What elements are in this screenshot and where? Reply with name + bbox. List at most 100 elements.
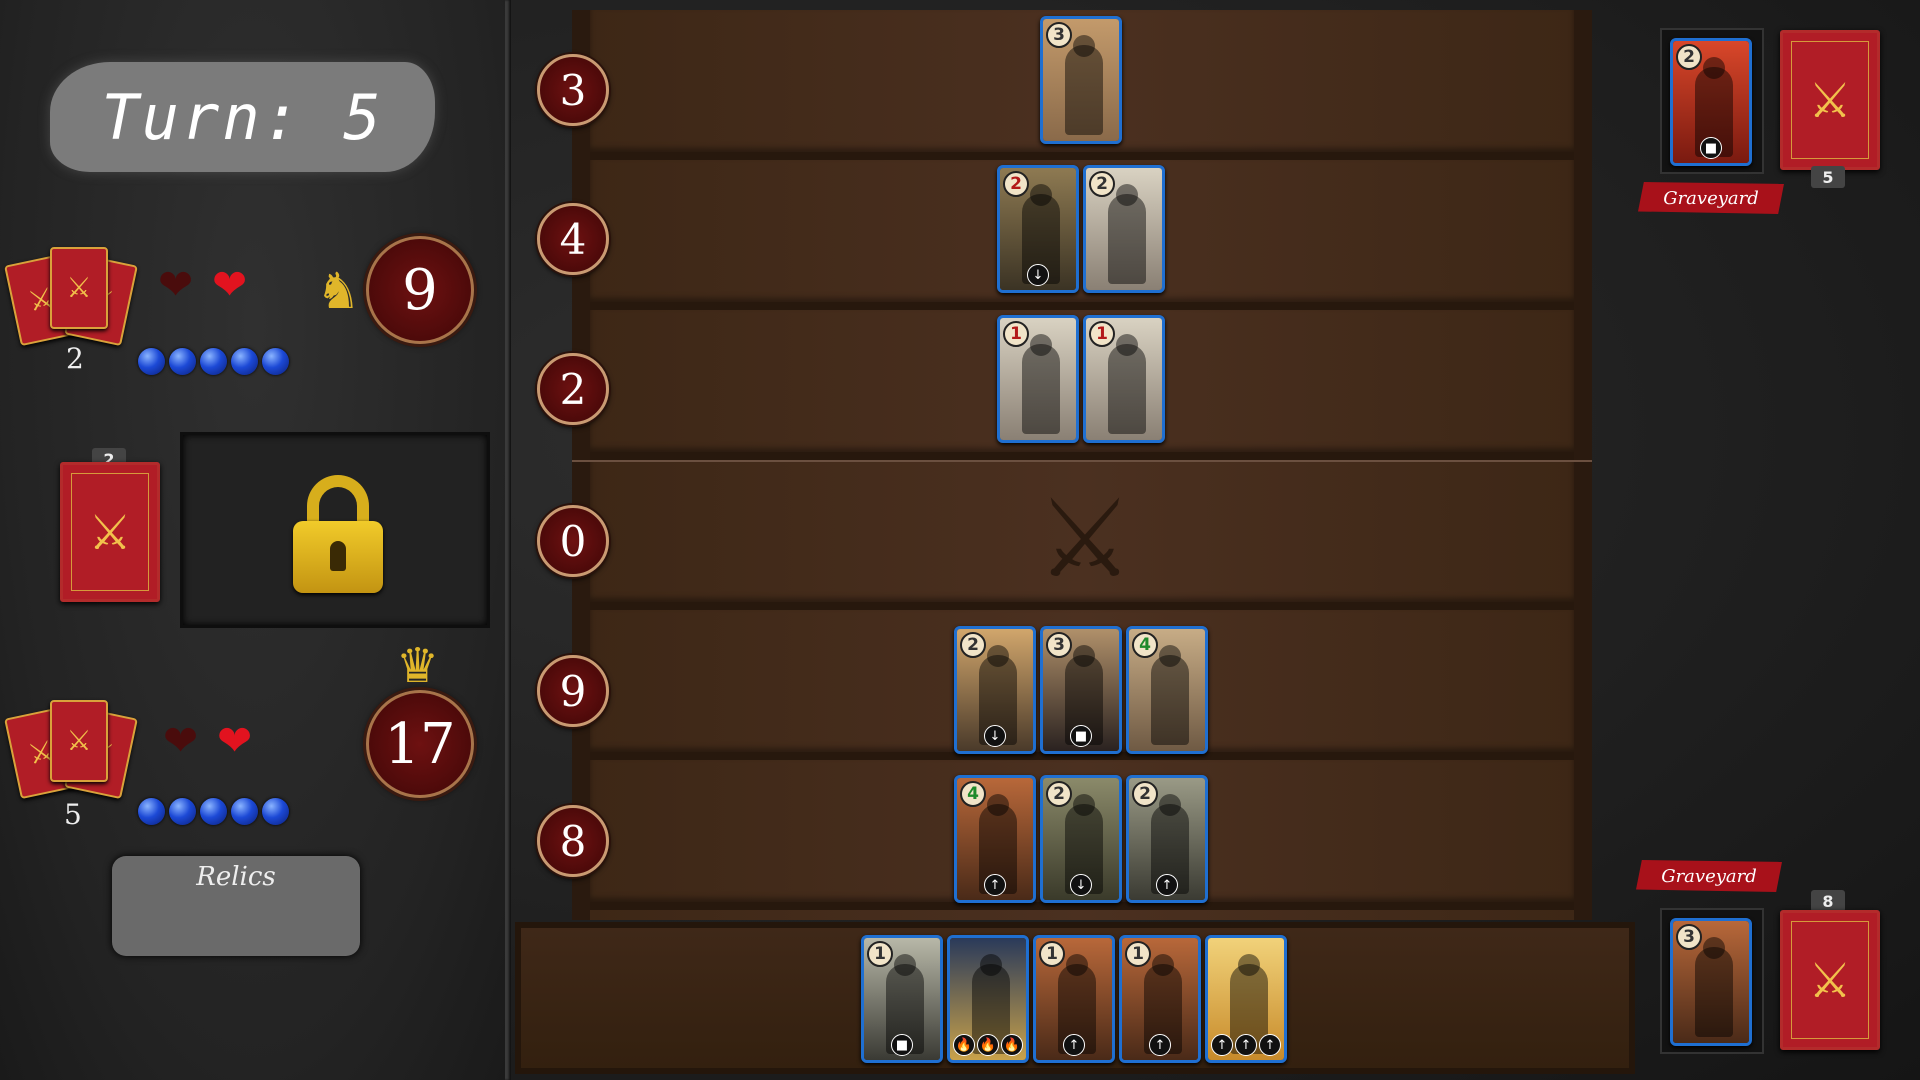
card-cost: 3 <box>1046 632 1072 658</box>
mana-orb-icon <box>231 348 258 375</box>
shield-icon: ■ <box>1700 137 1722 159</box>
opponent-deck-count: 2 <box>66 342 84 375</box>
battle-line <box>572 460 1592 462</box>
player-draw-pile[interactable]: ⚔ <box>1780 910 1880 1050</box>
locked-slot[interactable] <box>180 432 490 628</box>
opponent-draw-pile[interactable]: ⚔ <box>1780 30 1880 170</box>
crossed-swords-icon: ⚔ <box>1808 73 1852 129</box>
board-card[interactable]: 2 <box>1083 165 1165 293</box>
arrow-down-icon: ↓ <box>1027 264 1049 286</box>
card-ability-icons: ■ <box>1673 137 1749 159</box>
arrow-up-icon: ↑ <box>1235 1034 1257 1056</box>
hand-card[interactable]: 1 ↑ <box>1033 935 1115 1063</box>
heart-empty-icon: ❤ <box>158 260 194 309</box>
locked-deck-card[interactable]: ⚔ <box>60 462 160 602</box>
opponent-deck-card <box>50 247 108 329</box>
hand-card[interactable]: 1 ■ <box>861 935 943 1063</box>
board-card[interactable]: 1 <box>1083 315 1165 443</box>
opponent-graveyard-card[interactable]: 2 ■ <box>1670 38 1752 166</box>
opponent-deck[interactable] <box>4 245 142 347</box>
board-card[interactable]: 2 ↓ <box>1040 775 1122 903</box>
mana-orb-icon <box>231 798 258 825</box>
hand-card[interactable]: ↑ ↑ ↑ <box>1205 935 1287 1063</box>
mana-orb-icon <box>262 348 289 375</box>
card-ability-icons: ↑ ↑ ↑ <box>1208 1034 1284 1056</box>
crossed-swords-icon: ⚔ <box>1036 477 1134 602</box>
fire-icon: 🔥 <box>977 1034 999 1056</box>
crossed-swords-icon: ⚔ <box>1808 953 1852 1009</box>
mana-orb-icon <box>200 348 227 375</box>
mana-orb-icon <box>200 798 227 825</box>
card-cost: 3 <box>1046 22 1072 48</box>
player-graveyard-card[interactable]: 3 <box>1670 918 1752 1046</box>
mana-orb-icon <box>169 348 196 375</box>
shield-icon: ■ <box>1070 725 1092 747</box>
board-card[interactable]: 2 ↓ <box>997 165 1079 293</box>
lane-3 <box>590 310 1574 460</box>
opponent-draw-count: 5 <box>1811 166 1845 188</box>
opponent-mana <box>138 348 289 375</box>
arrow-up-icon: ↑ <box>1156 874 1178 896</box>
shield-icon: ■ <box>891 1034 913 1056</box>
panel-divider <box>505 0 511 1080</box>
lane-score: 9 <box>537 655 609 727</box>
fire-icon: 🔥 <box>953 1034 975 1056</box>
heart-full-icon: ❤ <box>212 260 248 309</box>
card-ability-icons: ↓ <box>1043 874 1119 896</box>
card-cost: 2 <box>960 632 986 658</box>
arrow-up-icon: ↑ <box>984 874 1006 896</box>
fire-icon: 🔥 <box>1001 1034 1023 1056</box>
player-deck[interactable] <box>4 698 142 800</box>
mana-orb-icon <box>169 798 196 825</box>
lock-icon <box>293 521 383 593</box>
card-ability-icons: 🔥 🔥 🔥 <box>950 1034 1026 1056</box>
card-ability-icons: ↑ <box>1122 1034 1198 1056</box>
mana-orb-icon <box>262 798 289 825</box>
card-ability-icons: ■ <box>864 1034 940 1056</box>
board-card[interactable]: 4 <box>1126 626 1208 754</box>
opponent-score: 9 <box>366 236 474 344</box>
board-card[interactable]: 3 <box>1040 16 1122 144</box>
board-card[interactable]: 1 <box>997 315 1079 443</box>
lane-score: 4 <box>537 203 609 275</box>
card-ability-icons: ↓ <box>957 725 1033 747</box>
player-score: 17 <box>366 690 474 798</box>
lane-score: 0 <box>537 505 609 577</box>
board-card[interactable]: 2 ↑ <box>1126 775 1208 903</box>
lane-2 <box>590 160 1574 310</box>
card-cost: 4 <box>1132 632 1158 658</box>
hand-card[interactable]: 1 ↑ <box>1119 935 1201 1063</box>
mana-orb-icon <box>138 348 165 375</box>
hand-card[interactable]: 🔥 🔥 🔥 <box>947 935 1029 1063</box>
board-card[interactable]: 2 ↓ <box>954 626 1036 754</box>
arrow-up-icon: ↑ <box>1063 1034 1085 1056</box>
lane-score: 2 <box>537 353 609 425</box>
card-cost: 2 <box>1132 781 1158 807</box>
player-deck-card <box>50 700 108 782</box>
board-card[interactable]: 4 ↑ <box>954 775 1036 903</box>
player-draw-count: 8 <box>1811 890 1845 912</box>
turn-indicator: Turn: 5 <box>50 62 435 172</box>
knight-icon: ♞ <box>316 262 361 320</box>
arrow-down-icon: ↓ <box>1070 874 1092 896</box>
card-cost: 3 <box>1676 924 1702 950</box>
card-cost: 2 <box>1676 44 1702 70</box>
board-card[interactable]: 3 ■ <box>1040 626 1122 754</box>
crossed-swords-icon: ⚔ <box>88 505 132 561</box>
lane-score: 3 <box>537 54 609 126</box>
player-mana <box>138 798 289 825</box>
arrow-up-icon: ↑ <box>1149 1034 1171 1056</box>
card-ability-icons: ↑ <box>1129 874 1205 896</box>
card-cost: 2 <box>1089 171 1115 197</box>
heart-empty-icon: ❤ <box>163 716 199 765</box>
player-graveyard-label: Graveyard <box>1636 860 1782 892</box>
card-cost: 4 <box>960 781 986 807</box>
relics-panel[interactable]: Relics <box>112 856 360 956</box>
card-cost: 1 <box>1039 941 1065 967</box>
card-cost: 1 <box>1125 941 1151 967</box>
card-cost: 2 <box>1003 171 1029 197</box>
card-ability-icons: ↑ <box>957 874 1033 896</box>
crown-icon: ♛ <box>396 638 440 694</box>
card-ability-icons: ↑ <box>1036 1034 1112 1056</box>
mana-orb-icon <box>138 798 165 825</box>
